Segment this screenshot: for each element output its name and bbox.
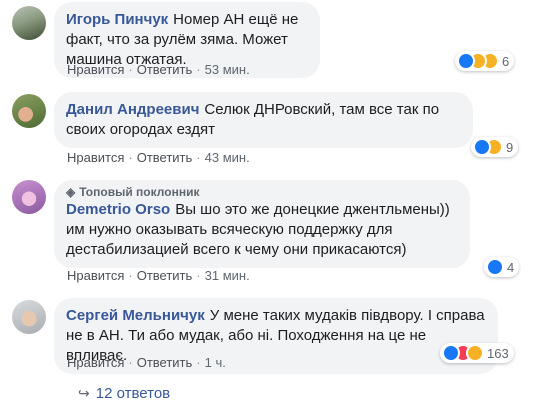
reply-link[interactable]: Ответить: [137, 62, 193, 77]
avatar[interactable]: [12, 300, 46, 334]
avatar[interactable]: [12, 94, 46, 128]
comment-actions: Нравится · Ответить · 1 ч.: [67, 355, 226, 370]
comment-author[interactable]: Игорь Пинчук: [66, 11, 168, 28]
view-replies-link[interactable]: ↪ 12 ответов: [78, 385, 170, 402]
timestamp[interactable]: 53 мин.: [205, 62, 250, 77]
timestamp[interactable]: 31 мин.: [205, 268, 250, 283]
comment-author[interactable]: Данил Андреевич: [66, 101, 199, 118]
reply-link[interactable]: Ответить: [137, 268, 193, 283]
diamond-icon: ◈: [66, 185, 76, 199]
like-link[interactable]: Нравится: [67, 268, 124, 283]
timestamp[interactable]: 43 мин.: [205, 150, 250, 165]
reactions-summary[interactable]: 163: [440, 343, 514, 363]
reaction-count: 163: [487, 345, 509, 361]
haha-icon: [466, 344, 484, 362]
timestamp[interactable]: 1 ч.: [205, 355, 226, 370]
comment-bubble: Данил Андреевич Селюк ДНРовский, там все …: [54, 92, 473, 148]
reactions-summary[interactable]: 6: [455, 51, 515, 71]
like-icon: [457, 52, 475, 70]
like-link[interactable]: Нравится: [67, 150, 124, 165]
reactions-summary[interactable]: 4: [484, 257, 520, 277]
comment-author[interactable]: Demetrio Orso: [66, 201, 170, 218]
like-link[interactable]: Нравится: [67, 355, 124, 370]
comment-actions: Нравится · Ответить · 53 мин.: [67, 62, 250, 77]
reaction-count: 4: [507, 259, 515, 275]
reaction-count: 9: [506, 139, 514, 155]
top-fan-badge: ◈ Топовый поклонник: [66, 185, 200, 199]
reply-link[interactable]: Ответить: [137, 355, 193, 370]
like-link[interactable]: Нравится: [67, 62, 124, 77]
comment-author[interactable]: Сергей Мельничук: [66, 307, 205, 324]
comment-bubble: ◈ Топовый поклонник Demetrio Orso Вы шо эт…: [54, 180, 470, 268]
reaction-count: 6: [502, 53, 510, 69]
avatar[interactable]: [12, 6, 46, 40]
reactions-summary[interactable]: 9: [471, 137, 519, 157]
avatar[interactable]: [12, 180, 46, 214]
comment-actions: Нравится · Ответить · 43 мин.: [67, 150, 250, 165]
reply-link[interactable]: Ответить: [137, 150, 193, 165]
like-icon: [473, 138, 491, 156]
comment-actions: Нравится · Ответить · 31 мин.: [67, 268, 250, 283]
reply-arrow-icon: ↪: [78, 385, 90, 401]
like-icon: [486, 258, 504, 276]
like-icon: [442, 344, 460, 362]
